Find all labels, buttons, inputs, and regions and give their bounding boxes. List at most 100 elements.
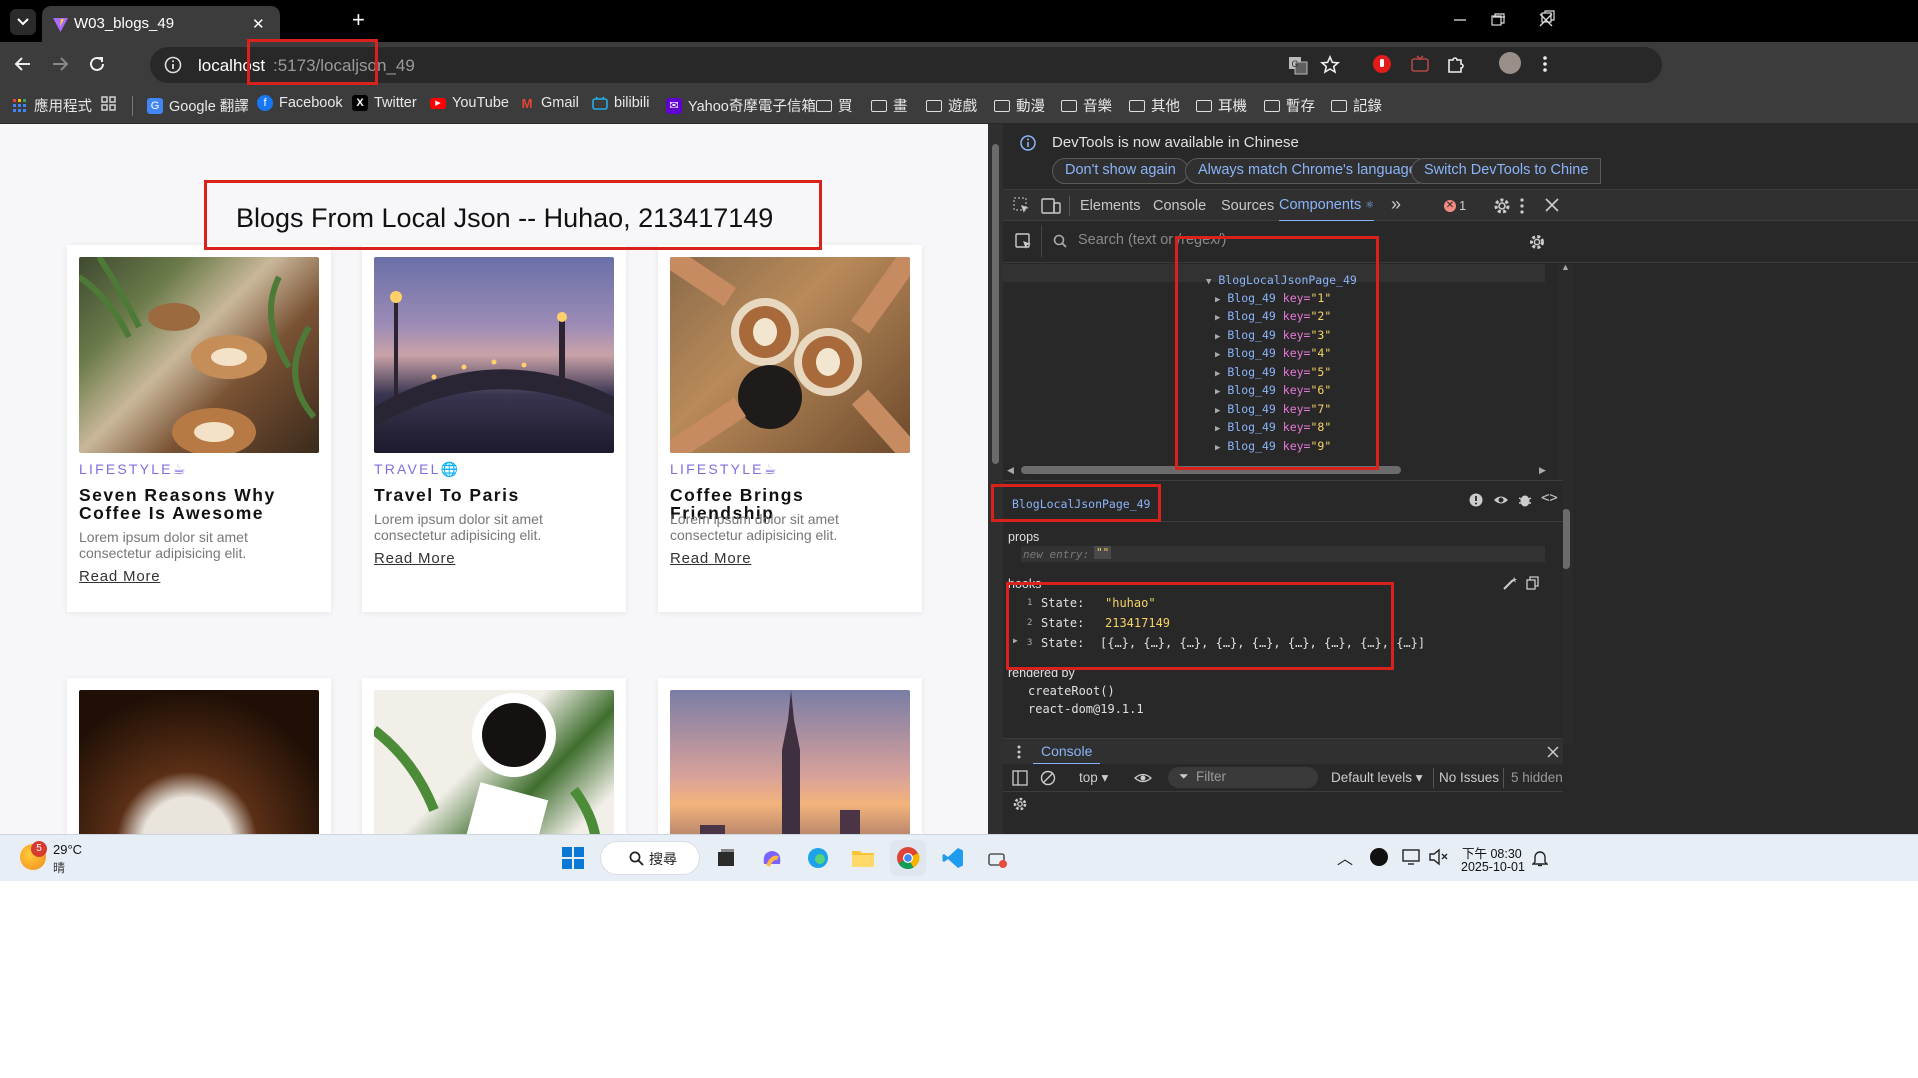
always-match-language-button[interactable]: Always match Chrome's language bbox=[1185, 158, 1430, 184]
bookmark-facebook[interactable]: f Facebook bbox=[257, 95, 343, 111]
bookmark-folder[interactable]: 動漫 bbox=[994, 95, 1045, 116]
bookmark-bilibili[interactable]: bilibili bbox=[592, 95, 649, 111]
dont-show-again-button[interactable]: Don't show again bbox=[1052, 158, 1189, 184]
more-tabs-chevron-icon[interactable]: » bbox=[1391, 194, 1401, 215]
warning-icon[interactable] bbox=[1469, 493, 1483, 507]
console-settings-icon[interactable] bbox=[1012, 796, 1028, 812]
tab-sources[interactable]: Sources bbox=[1221, 198, 1274, 214]
console-filter-input[interactable]: ⏷ Filter bbox=[1168, 767, 1318, 788]
copy-icon[interactable] bbox=[1526, 576, 1540, 590]
drawer-menu-icon[interactable] bbox=[1016, 744, 1022, 760]
start-windows-icon[interactable] bbox=[555, 840, 591, 876]
vscroll-thumb[interactable] bbox=[1562, 509, 1570, 569]
inspect-element-icon[interactable] bbox=[1013, 197, 1031, 215]
select-component-icon[interactable] bbox=[1015, 233, 1033, 251]
snipping-tool-icon[interactable] bbox=[980, 840, 1016, 876]
settings-gear-icon[interactable] bbox=[1492, 196, 1512, 216]
bookmark-folder[interactable]: 音樂 bbox=[1061, 95, 1112, 116]
react-atom-icon: ⚛ bbox=[1365, 199, 1375, 211]
console-drawer-tab[interactable]: Console bbox=[1033, 739, 1101, 765]
edge-browser-icon[interactable] bbox=[800, 840, 836, 876]
site-info-icon[interactable] bbox=[164, 56, 182, 74]
bookmark-yahoo[interactable]: ✉ Yahoo奇摩電子信箱 bbox=[666, 95, 816, 116]
bookmark-apps[interactable]: 應用程式 bbox=[12, 95, 92, 116]
issues-counter[interactable]: No Issues bbox=[1439, 770, 1499, 785]
extension-tv-icon[interactable] bbox=[1410, 54, 1430, 74]
scroll-right-icon[interactable]: ▶ bbox=[1539, 465, 1546, 476]
tab-search-button[interactable] bbox=[10, 9, 36, 35]
new-entry-input[interactable]: "" bbox=[1094, 546, 1112, 559]
context-select[interactable]: top ▾ bbox=[1079, 770, 1108, 786]
tab-close-icon[interactable]: ✕ bbox=[252, 15, 265, 33]
bookmark-folder[interactable]: 畫 bbox=[871, 95, 908, 116]
bookmark-youtube[interactable]: ▶ YouTube bbox=[430, 95, 509, 111]
new-tab-button[interactable]: + bbox=[352, 9, 365, 31]
bookmark-folder[interactable]: 其他 bbox=[1129, 95, 1180, 116]
file-explorer-icon[interactable] bbox=[845, 840, 881, 876]
tab-elements[interactable]: Elements bbox=[1080, 198, 1140, 214]
live-expression-eye-icon[interactable] bbox=[1134, 771, 1152, 785]
read-more-link[interactable]: Read More bbox=[79, 568, 160, 585]
read-more-link[interactable]: Read More bbox=[374, 550, 455, 567]
taskbar-search[interactable]: 搜尋 bbox=[600, 841, 700, 875]
bookmark-twitter[interactable]: X Twitter bbox=[352, 95, 417, 111]
bug-icon[interactable] bbox=[1518, 492, 1532, 508]
components-settings-icon[interactable] bbox=[1528, 233, 1546, 251]
task-view-icon[interactable] bbox=[708, 840, 744, 876]
volume-muted-icon[interactable] bbox=[1428, 848, 1448, 866]
tab-console[interactable]: Console bbox=[1153, 198, 1206, 214]
close-devtools-icon[interactable] bbox=[1545, 198, 1559, 212]
forward-arrow-icon[interactable] bbox=[51, 55, 69, 73]
bookmark-folder[interactable]: 遊戲 bbox=[926, 95, 977, 116]
bookmark-folder[interactable]: 買 bbox=[816, 95, 853, 116]
error-counter[interactable]: ✕ 1 bbox=[1444, 198, 1466, 213]
scroll-up-icon[interactable]: ▲ bbox=[1561, 262, 1570, 272]
profile-avatar[interactable] bbox=[1499, 52, 1521, 74]
bookmark-google-translate[interactable]: G Google 翻譯 bbox=[147, 95, 249, 116]
back-arrow-icon[interactable] bbox=[14, 55, 32, 73]
star-bookmark-icon[interactable] bbox=[1320, 55, 1340, 75]
vscode-icon[interactable] bbox=[935, 840, 971, 876]
parse-hooks-wand-icon[interactable] bbox=[1503, 576, 1517, 590]
scroll-left-icon[interactable]: ◀ bbox=[1007, 465, 1014, 476]
page-scrollbar[interactable] bbox=[988, 124, 1003, 838]
read-more-link[interactable]: Read More bbox=[670, 550, 751, 567]
bookmark-folder[interactable]: 記錄 bbox=[1331, 95, 1382, 116]
bookmark-folder[interactable]: 暫存 bbox=[1264, 95, 1315, 116]
maximize-button[interactable] bbox=[1491, 13, 1505, 27]
eye-icon[interactable] bbox=[1493, 493, 1509, 507]
tab-components[interactable]: Components ⚛ bbox=[1279, 190, 1375, 222]
extensions-puzzle-icon[interactable] bbox=[1446, 54, 1466, 74]
menu-kebab-icon[interactable] bbox=[1542, 54, 1548, 74]
close-window-button[interactable] bbox=[1539, 13, 1553, 27]
card-category: TRAVEL🌐 bbox=[374, 461, 461, 477]
bookmark-grid[interactable] bbox=[100, 95, 116, 111]
bookmark-label: YouTube bbox=[452, 95, 509, 111]
copilot-icon[interactable] bbox=[754, 840, 790, 876]
clear-console-icon[interactable] bbox=[1040, 770, 1056, 786]
reload-icon[interactable] bbox=[88, 55, 106, 73]
minimize-button[interactable] bbox=[1453, 13, 1467, 27]
translate-icon[interactable]: G bbox=[1288, 55, 1308, 75]
network-icon[interactable] bbox=[1402, 848, 1422, 866]
active-tab[interactable]: W03_blogs_49 ✕ bbox=[42, 6, 280, 42]
tray-app-icon[interactable] bbox=[1370, 848, 1388, 866]
tray-chevron-up-icon[interactable]: ︿ bbox=[1337, 845, 1353, 869]
highlight-tree-box bbox=[1175, 236, 1379, 470]
adblock-extension-icon[interactable] bbox=[1372, 54, 1392, 74]
switch-devtools-language-button[interactable]: Switch DevTools to Chine bbox=[1411, 158, 1602, 184]
weather-temp[interactable]: 29°C bbox=[53, 842, 82, 857]
view-source-icon[interactable]: <> bbox=[1541, 490, 1558, 506]
close-drawer-icon[interactable] bbox=[1547, 746, 1559, 758]
log-levels-select[interactable]: Default levels ▾ bbox=[1331, 770, 1423, 786]
weather-desc: 晴 bbox=[53, 861, 66, 875]
sidebar-toggle-icon[interactable] bbox=[1012, 770, 1028, 786]
bookmark-folder[interactable]: 耳機 bbox=[1196, 95, 1247, 116]
scroll-thumb[interactable] bbox=[992, 144, 999, 464]
bookmark-gmail[interactable]: M Gmail bbox=[519, 95, 579, 111]
chrome-icon[interactable] bbox=[890, 840, 926, 876]
clock-date[interactable]: 2025-10-01 bbox=[1461, 860, 1525, 874]
devtools-menu-icon[interactable] bbox=[1519, 197, 1525, 215]
notification-bell-icon[interactable] bbox=[1532, 849, 1548, 867]
device-toolbar-icon[interactable] bbox=[1041, 197, 1061, 215]
